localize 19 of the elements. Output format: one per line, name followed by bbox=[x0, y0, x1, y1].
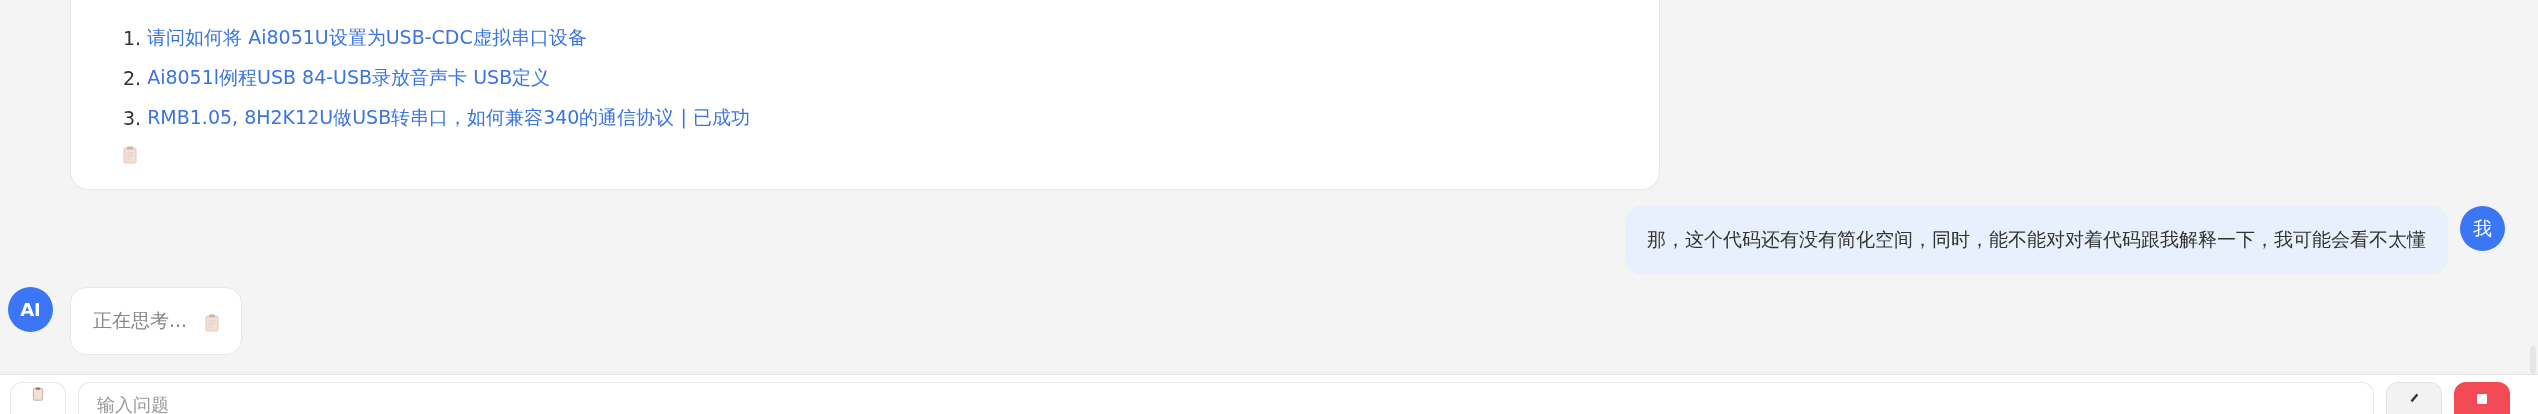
thinking-text: 正在思考... bbox=[93, 308, 188, 333]
question-input[interactable]: 输入问题 bbox=[78, 382, 2374, 414]
reference-link[interactable]: 请问如何将 Ai8051U设置为USB-CDC虚拟串口设备 bbox=[147, 25, 587, 51]
clipboard-icon[interactable] bbox=[205, 314, 220, 332]
tool-button[interactable] bbox=[2386, 382, 2442, 414]
reference-link[interactable]: RMB1.05, 8H2K12U做USB转串口，如何兼容340的通信协议 | 已成功 bbox=[147, 105, 750, 131]
user-message: 那，这个代码还有没有简化空间，同时，能不能对对着代码跟我解释一下，我可能会看不太懂 bbox=[1625, 206, 2448, 274]
clipboard-icon[interactable] bbox=[123, 146, 137, 164]
ai-avatar: AI bbox=[8, 287, 53, 332]
clipboard-button[interactable] bbox=[10, 382, 66, 414]
stop-button[interactable] bbox=[2454, 382, 2510, 414]
reference-link[interactable]: Ai8051l例程USB 84-USB录放音声卡 USB定义 bbox=[147, 65, 551, 91]
clipboard-icon bbox=[31, 387, 45, 401]
list-number: 2. bbox=[123, 67, 142, 89]
stop-icon bbox=[2476, 394, 2488, 404]
user-avatar: 我 bbox=[2460, 206, 2505, 251]
list-number: 1. bbox=[123, 27, 142, 49]
list-number: 3. bbox=[123, 107, 142, 129]
scrollbar[interactable] bbox=[2530, 346, 2536, 374]
